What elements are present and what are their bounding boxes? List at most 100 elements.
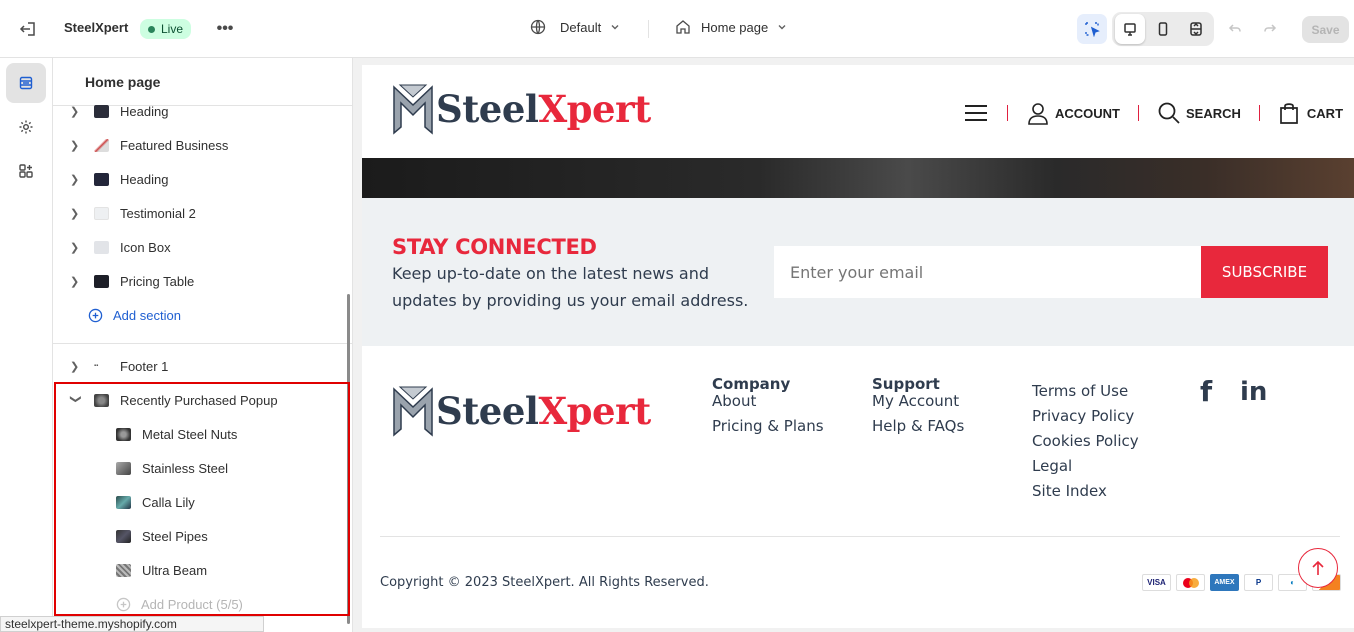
editor-topbar: SteelXpert Live ••• Default Home page Sa… <box>0 0 1354 58</box>
storefront-preview: Steel Xpert ACCOUNT SEARCH CART STAY CON… <box>362 65 1354 628</box>
section-row[interactable]: ❯ Pricing Table <box>53 266 343 296</box>
facebook-icon[interactable]: f <box>1200 375 1212 408</box>
footer-link[interactable]: Terms of Use <box>1032 379 1139 404</box>
paypal-icon: P <box>1244 574 1273 591</box>
footer-link[interactable]: Privacy Policy <box>1032 404 1139 429</box>
copyright-text: Copyright © 2023 SteelXpert. All Rights … <box>380 575 709 590</box>
save-button[interactable]: Save <box>1302 16 1349 43</box>
footer-link[interactable]: Legal <box>1032 454 1139 479</box>
logo-text-xpert: Xpert <box>538 87 651 131</box>
steelxpert-logo-icon <box>393 84 433 135</box>
search-icon <box>1158 102 1180 124</box>
chevron-right-icon: ❯ <box>70 275 80 288</box>
logo-text-steel: Steel <box>436 389 539 433</box>
redo-icon[interactable] <box>1255 14 1285 44</box>
section-thumbnail <box>94 240 109 254</box>
logo-text-xpert: Xpert <box>538 389 651 433</box>
globe-icon <box>530 19 546 35</box>
linkedin-icon[interactable]: in <box>1240 377 1267 407</box>
subscribe-button[interactable]: SUBSCRIBE <box>1201 246 1328 298</box>
settings-icon[interactable] <box>6 107 46 147</box>
footer-link[interactable]: Pricing & Plans <box>712 414 824 439</box>
amex-icon: AMEX <box>1210 574 1239 591</box>
store-name: SteelXpert <box>64 20 129 35</box>
status-bar-url: steelxpert-theme.myshopify.com <box>0 616 264 632</box>
inspector-icon[interactable] <box>1077 14 1107 44</box>
add-section-label: Add section <box>113 307 181 323</box>
page-selector[interactable]: Home page <box>675 19 788 35</box>
undo-icon[interactable] <box>1220 14 1250 44</box>
cart-link[interactable]: CART <box>1278 101 1343 125</box>
editor-rail <box>0 58 53 632</box>
mobile-view-icon[interactable] <box>1148 14 1178 44</box>
footer-logo[interactable]: Steel Xpert <box>392 383 651 439</box>
search-label: SEARCH <box>1186 105 1241 121</box>
nav-separator <box>1007 105 1008 121</box>
section-thumbnail: ▪▪ <box>94 359 109 373</box>
topbar-divider <box>648 20 649 38</box>
newsletter-title: STAY CONNECTED <box>392 235 597 259</box>
newsletter-text-line: updates by providing us your email addre… <box>392 291 749 310</box>
section-label: Footer 1 <box>120 358 169 374</box>
chevron-right-icon: ❯ <box>70 139 80 152</box>
section-row[interactable]: ❯ Featured Business <box>53 130 343 160</box>
selection-highlight <box>54 382 350 616</box>
theme-selector[interactable]: Default <box>530 19 621 35</box>
more-actions-icon[interactable]: ••• <box>210 14 240 44</box>
status-badge: Live <box>140 19 192 39</box>
app-embeds-icon[interactable] <box>6 151 46 191</box>
newsletter-text: Keep up-to-date on the latest news and u… <box>392 260 748 314</box>
footer-column-company: Company About Pricing & Plans <box>712 375 824 439</box>
panel-title: Home page <box>85 74 161 90</box>
section-thumbnail <box>94 104 109 118</box>
footer-column-legal: Terms of Use Privacy Policy Cookies Poli… <box>1032 379 1139 504</box>
chevron-right-icon: ❯ <box>70 360 80 373</box>
account-label: ACCOUNT <box>1055 105 1120 121</box>
chevron-right-icon: ❯ <box>70 207 80 220</box>
logo-text-steel: Steel <box>436 87 539 131</box>
nav-separator <box>1258 105 1260 121</box>
section-label: Featured Business <box>120 137 229 153</box>
section-thumbnail <box>94 274 109 288</box>
account-link[interactable]: ACCOUNT <box>1026 101 1120 125</box>
section-label: Heading <box>120 103 169 119</box>
header-logo[interactable]: Steel Xpert <box>392 81 651 137</box>
footer-link[interactable]: Help & FAQs <box>872 414 964 439</box>
shopping-bag-icon <box>1280 103 1298 124</box>
newsletter-text-line: Keep up-to-date on the latest news and <box>392 264 710 283</box>
search-link[interactable]: SEARCH <box>1157 101 1241 125</box>
footer-link[interactable]: My Account <box>872 389 964 414</box>
footer-link[interactable]: Site Index <box>1032 479 1139 504</box>
section-row[interactable]: ❯ Heading <box>53 164 343 194</box>
plus-circle-icon <box>88 308 103 322</box>
section-label: Testimonial 2 <box>120 205 196 221</box>
email-input[interactable] <box>774 246 1201 298</box>
visa-icon: VISA <box>1142 574 1171 591</box>
section-thumbnail <box>94 138 109 152</box>
chevron-down-icon <box>778 25 786 30</box>
hero-image-strip <box>362 158 1354 198</box>
desktop-view-icon[interactable] <box>1115 14 1145 44</box>
fullscreen-view-icon[interactable] <box>1181 14 1211 44</box>
theme-selector-label: Default <box>560 19 602 35</box>
sections-icon[interactable] <box>6 63 46 103</box>
footer-link[interactable]: Cookies Policy <box>1032 429 1139 454</box>
section-thumbnail <box>94 206 109 220</box>
add-section-button[interactable]: Add section <box>53 300 343 330</box>
nav-separator <box>1138 105 1139 121</box>
chevron-down-icon <box>611 25 619 30</box>
section-row-footer[interactable]: ❯ ▪▪ Footer 1 <box>53 351 343 381</box>
section-row[interactable]: ❯ Icon Box <box>53 232 343 262</box>
footer-column-support: Support My Account Help & FAQs <box>872 375 964 439</box>
section-thumbnail <box>94 172 109 186</box>
newsletter-section: STAY CONNECTED Keep up-to-date on the la… <box>362 198 1354 346</box>
mastercard-icon <box>1176 574 1205 591</box>
menu-icon[interactable] <box>965 105 987 121</box>
steelxpert-logo-icon <box>393 386 433 437</box>
footer-divider <box>380 536 1340 537</box>
header-nav: ACCOUNT SEARCH CART <box>965 98 1343 128</box>
section-row[interactable]: ❯ Testimonial 2 <box>53 198 343 228</box>
back-to-top-button[interactable] <box>1298 548 1338 588</box>
exit-icon[interactable] <box>13 14 43 44</box>
section-row[interactable]: ❯ Heading <box>53 96 343 126</box>
